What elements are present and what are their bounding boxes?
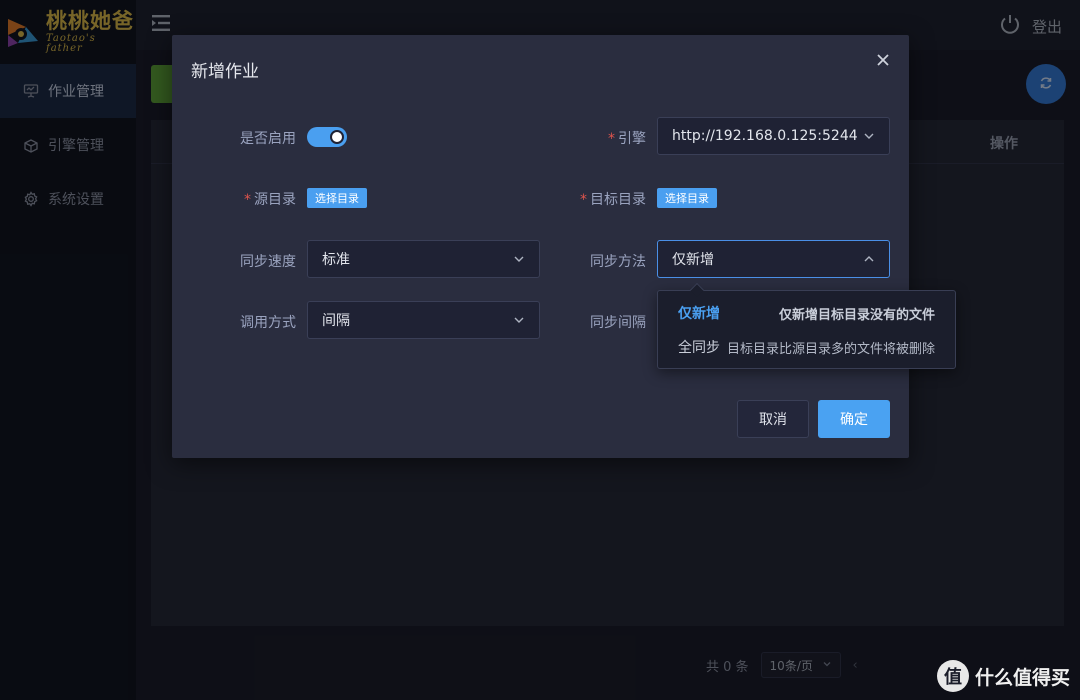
chevron-down-icon xyxy=(513,314,525,326)
engine-label-text: 引擎 xyxy=(618,131,646,147)
required-mark: * xyxy=(608,131,615,147)
invoke-mode-label: 调用方式 xyxy=(240,315,296,331)
source-dir-label-text: 源目录 xyxy=(254,192,296,208)
chevron-down-icon xyxy=(863,130,875,142)
cancel-button[interactable]: 取消 xyxy=(737,400,809,438)
toggle-knob xyxy=(330,130,344,144)
sync-method-select[interactable]: 仅新增 xyxy=(657,240,890,278)
option-desc: 仅新增目标目录没有的文件 xyxy=(778,307,935,323)
target-dir-label-text: 目标目录 xyxy=(590,192,646,208)
target-dir-label: * 目标目录 xyxy=(536,189,646,209)
source-dir-label: * 源目录 xyxy=(186,189,296,209)
sync-speed-label: 同步速度 xyxy=(240,254,296,270)
watermark: 值 什么值得买 xyxy=(936,660,1070,692)
engine-select[interactable]: http://192.168.0.125:5244 xyxy=(657,117,890,155)
sync-method-label: 同步方法 xyxy=(590,254,646,270)
sync-method-option-add-only[interactable]: 仅新增 仅新增目标目录没有的文件 xyxy=(658,296,955,330)
watermark-badge: 值 xyxy=(936,660,969,692)
enabled-toggle[interactable] xyxy=(307,127,347,147)
option-name: 仅新增 xyxy=(678,306,720,322)
chevron-up-icon xyxy=(863,253,875,265)
required-mark: * xyxy=(244,192,251,208)
engine-label: * 引擎 xyxy=(536,128,646,148)
invoke-mode-select[interactable]: 间隔 xyxy=(307,301,540,339)
sync-method-value: 仅新增 xyxy=(672,252,714,268)
watermark-text: 什么值得买 xyxy=(974,666,1070,689)
dialog-title: 新增作业 xyxy=(191,62,259,82)
sync-interval-label: 同步间隔 xyxy=(590,315,646,331)
option-name: 全同步 xyxy=(678,340,720,356)
sync-speed-select[interactable]: 标准 xyxy=(307,240,540,278)
chevron-down-icon xyxy=(513,253,525,265)
select-source-dir-button[interactable]: 选择目录 xyxy=(307,188,367,208)
select-target-dir-button[interactable]: 选择目录 xyxy=(657,188,717,208)
engine-value: http://192.168.0.125:5244 xyxy=(672,128,858,144)
required-mark: * xyxy=(580,192,587,208)
sync-method-dropdown: 仅新增 仅新增目标目录没有的文件 全同步 目标目录比源目录多的文件将被删除 xyxy=(657,282,956,369)
close-icon[interactable] xyxy=(875,53,891,69)
enabled-label: 是否启用 xyxy=(240,131,296,147)
confirm-button[interactable]: 确定 xyxy=(818,400,890,438)
invoke-mode-value: 间隔 xyxy=(322,313,350,329)
option-desc: 目标目录比源目录多的文件将被删除 xyxy=(726,341,935,357)
sync-speed-value: 标准 xyxy=(322,252,350,268)
sync-method-option-full-sync[interactable]: 全同步 目标目录比源目录多的文件将被删除 xyxy=(658,330,955,364)
